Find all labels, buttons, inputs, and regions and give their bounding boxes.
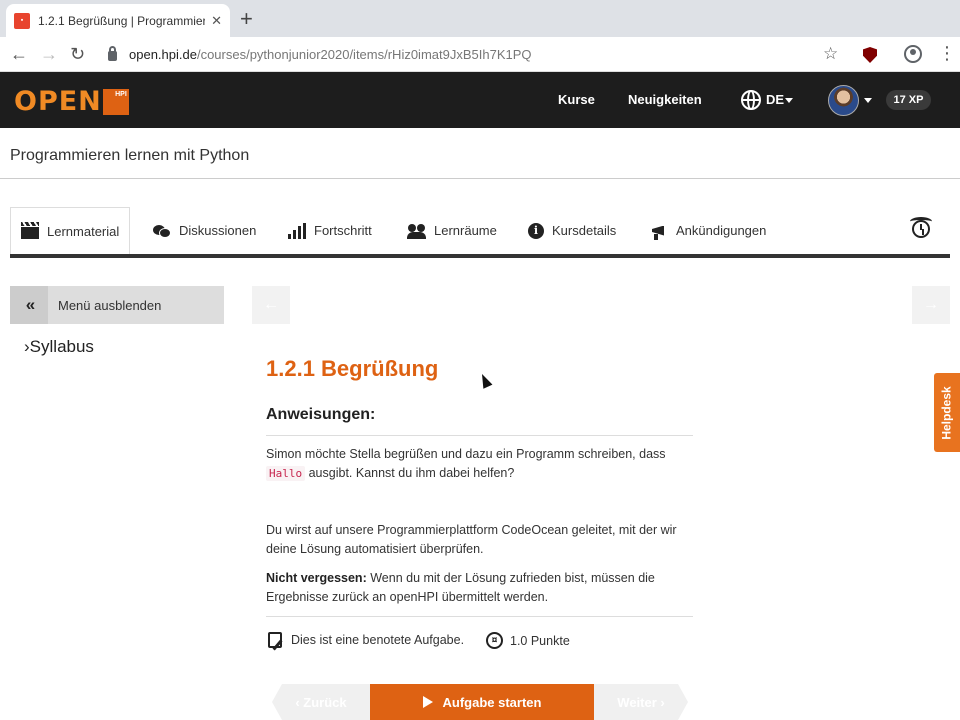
- xp-badge: 17 XP: [886, 90, 931, 110]
- tab-title: 1.2.1 Begrüßung | Programmiere: [38, 13, 206, 28]
- next-item-button[interactable]: →: [912, 286, 950, 324]
- nav-link-kurse[interactable]: Kurse: [558, 92, 595, 107]
- megaphone-icon: [650, 223, 668, 240]
- graded-label: Dies ist eine benotete Aufgabe.: [291, 633, 465, 647]
- account-icon[interactable]: [904, 45, 922, 63]
- helpdesk-tab[interactable]: Helpdesk: [934, 373, 960, 452]
- graded-indicator: Dies ist eine benotete Aufgabe.: [268, 632, 464, 648]
- start-exercise-label: Aufgabe starten: [442, 694, 542, 710]
- url-field[interactable]: open.hpi.de/courses/pythonjunior2020/ite…: [108, 45, 532, 62]
- instruction-paragraph-3: Nicht vergessen: Wenn du mit der Lösung …: [266, 571, 655, 604]
- tab-label: Kursdetails: [552, 223, 617, 238]
- content-divider: [266, 616, 693, 617]
- language-selector[interactable]: DE: [766, 92, 784, 107]
- reload-icon[interactable]: ↻: [70, 43, 85, 65]
- hide-menu-label: Menü ausblenden: [58, 297, 162, 313]
- course-title[interactable]: Programmieren lernen mit Python: [10, 147, 249, 165]
- course-navigation: Lernmaterial Diskussionen Fortschritt Le…: [10, 207, 950, 258]
- chat-bubbles-icon: [153, 223, 171, 239]
- alarm-clock-icon[interactable]: [910, 217, 932, 238]
- language-caret-icon: [785, 98, 793, 103]
- nav-link-neuigkeiten[interactable]: Neuigkeiten: [628, 92, 702, 107]
- code-snippet: Hallo: [266, 466, 306, 481]
- site-header: OPEN HPI Kurse Neuigkeiten DE 17 XP: [0, 72, 960, 128]
- helpdesk-label: Helpdesk: [940, 385, 955, 440]
- lock-icon: [108, 45, 117, 61]
- course-title-bar: Programmieren lernen mit Python: [0, 128, 960, 179]
- tab-label: Fortschritt: [314, 223, 372, 238]
- points-indicator: ¤ 1.0 Punkte: [486, 632, 570, 649]
- points-label: 1.0 Punkte: [510, 633, 570, 648]
- ublock-extension-icon[interactable]: [863, 47, 877, 63]
- previous-item-button[interactable]: ←: [252, 286, 290, 324]
- play-icon: [422, 696, 433, 708]
- forward-arrow-icon[interactable]: →: [40, 43, 58, 65]
- edit-document-icon: [268, 632, 282, 648]
- close-tab-icon[interactable]: ✕: [211, 13, 222, 29]
- item-title: 1.2.1 Begrüßung: [266, 356, 439, 381]
- clapperboard-icon: [21, 222, 39, 239]
- address-bar-row: ← → ↻ open.hpi.de/courses/pythonjunior20…: [0, 37, 960, 72]
- instructions-heading: Anweisungen:: [266, 406, 693, 436]
- tab-label: Diskussionen: [179, 223, 257, 238]
- users-icon: [407, 223, 426, 239]
- tab-label: Lernmaterial: [47, 223, 120, 239]
- tab-diskussionen[interactable]: Diskussionen: [153, 207, 256, 254]
- tab-lernmaterial[interactable]: Lernmaterial: [10, 207, 131, 254]
- coin-icon: ¤: [486, 632, 503, 649]
- tab-lernraeume[interactable]: Lernräume: [407, 207, 497, 254]
- browser-tab-strip: ▪ 1.2.1 Begrüßung | Programmiere ✕ +: [0, 0, 960, 37]
- browser-menu-icon[interactable]: ⋮: [938, 43, 956, 64]
- tab-ankuendigungen[interactable]: Ankündigungen: [650, 207, 766, 254]
- hide-menu-button[interactable]: « Menü ausblenden: [10, 286, 224, 324]
- back-button[interactable]: ‹ Zurück: [272, 684, 370, 720]
- instruction-paragraph-2: Du wirst auf unsere Programmierplattform…: [266, 523, 677, 556]
- url-path: /courses/pythonjunior2020/items/rHiz0ima…: [196, 47, 532, 62]
- logo-badge: HPI: [102, 88, 129, 115]
- browser-tab[interactable]: ▪ 1.2.1 Begrüßung | Programmiere ✕: [6, 4, 230, 37]
- syllabus-link[interactable]: ›Syllabus: [24, 337, 94, 357]
- tab-kursdetails[interactable]: i Kursdetails: [528, 207, 616, 254]
- mouse-cursor-icon: [477, 371, 493, 389]
- url-host: open.hpi.de: [129, 47, 197, 62]
- favicon-icon: ▪: [14, 12, 30, 29]
- start-exercise-button[interactable]: Aufgabe starten: [370, 684, 594, 720]
- next-button[interactable]: Weiter ›: [594, 684, 688, 720]
- globe-icon[interactable]: [741, 90, 761, 110]
- bookmark-star-icon[interactable]: ☆: [823, 44, 838, 64]
- instruction-paragraph-1: Simon möchte Stella begrüßen und dazu ei…: [266, 447, 666, 481]
- new-tab-button[interactable]: +: [240, 6, 253, 32]
- tab-label: Lernräume: [434, 223, 497, 238]
- tab-label: Ankündigungen: [676, 223, 767, 238]
- tab-fortschritt[interactable]: Fortschritt: [288, 207, 372, 254]
- double-chevron-left-icon: «: [10, 286, 48, 324]
- openhpi-logo[interactable]: OPEN HPI: [14, 86, 129, 117]
- info-icon: i: [528, 222, 544, 239]
- syllabus-label: Syllabus: [29, 337, 94, 356]
- progress-chart-icon: [288, 222, 306, 239]
- user-avatar[interactable]: [828, 85, 859, 116]
- user-menu-caret-icon[interactable]: [864, 98, 872, 103]
- back-arrow-icon[interactable]: ←: [10, 43, 28, 65]
- logo-text: OPEN: [14, 86, 102, 117]
